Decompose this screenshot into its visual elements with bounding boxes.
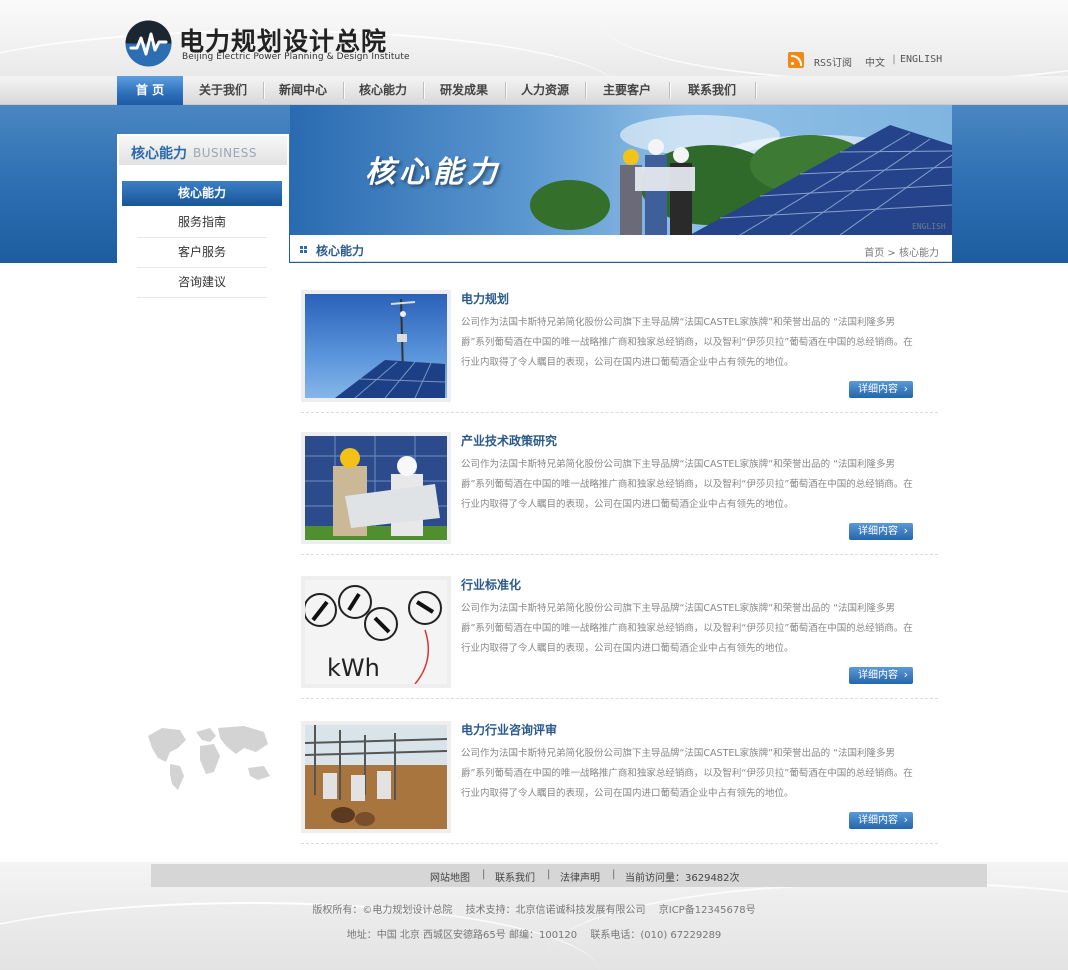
banner-english-text: ENGLISH	[912, 222, 946, 231]
sidebar-title: 核心能力	[131, 146, 187, 162]
nav-item-news[interactable]: 新闻中心	[263, 76, 343, 105]
item-thumbnail[interactable]	[301, 721, 451, 833]
sidebar-item-service-guide[interactable]: 服务指南	[122, 210, 282, 235]
list-item: 电力行业咨询评审 公司作为法国卡斯特兄弟简化股份公司旗下主导品牌“法国CASTE…	[298, 718, 938, 858]
solar-station-image	[335, 298, 446, 398]
engineers-image	[305, 436, 447, 540]
details-button[interactable]: 详细内容	[849, 811, 913, 829]
sidebar-title-en: BUSINESS	[193, 146, 257, 160]
details-button[interactable]: 详细内容	[849, 522, 913, 540]
sidebar: 核心能力 BUSINESS 核心能力 服务指南 客户服务 咨询建议	[117, 134, 289, 374]
banner-image: 核心能力 ENGLISH	[290, 105, 952, 235]
lang-separator: |	[891, 54, 898, 65]
logo-subtitle: Beijing Electric Power Planning & Design…	[182, 52, 410, 62]
sidebar-item-core[interactable]: 核心能力	[122, 181, 282, 206]
visit-counter: 当前访问量：3629482次	[625, 873, 740, 884]
item-thumbnail[interactable]: kWh	[301, 576, 451, 688]
nav-divider	[755, 82, 756, 99]
item-description: 公司作为法国卡斯特兄弟简化股份公司旗下主导品牌“法国CASTEL家族牌”和荣誉出…	[461, 317, 913, 368]
footer-copyright-line: 版权所有：©电力规划设计总院 技术支持：北京信诺诚科技发展有限公司 京ICP备1…	[0, 901, 1068, 916]
item-divider	[301, 412, 938, 413]
lang-chinese-link[interactable]: 中文	[865, 54, 885, 69]
item-divider	[301, 843, 938, 844]
rss-link[interactable]: RSS订阅	[814, 54, 852, 69]
list-item: 产业技术政策研究 公司作为法国卡斯特兄弟简化股份公司旗下主导品牌“法国CASTE…	[298, 429, 938, 569]
footer-links-bar: 网站地图 | 联系我们 | 法律声明 | 当前访问量：3629482次	[151, 864, 987, 887]
item-divider	[301, 698, 938, 699]
electric-meter-image: kWh	[305, 580, 447, 684]
nav-item-about[interactable]: 关于我们	[183, 76, 263, 105]
item-title[interactable]: 行业标准化	[461, 576, 521, 593]
footer-link-sitemap[interactable]: 网站地图	[430, 869, 470, 884]
item-title[interactable]: 电力行业咨询评审	[461, 721, 557, 738]
section-title: 核心能力	[316, 244, 365, 258]
substation-image	[305, 725, 447, 829]
sidebar-item-customer-service[interactable]: 客户服务	[122, 240, 282, 265]
item-divider	[301, 554, 938, 555]
meter-kwh-text: kWh	[327, 654, 380, 682]
content-header: 核心能力 首页 > 核心能力	[290, 235, 952, 262]
item-thumbnail[interactable]	[301, 290, 451, 402]
icp-text: 京ICP备12345678号	[658, 905, 756, 916]
sidebar-divider	[137, 297, 267, 298]
world-map-icon	[148, 726, 270, 790]
copyright-text: 版权所有：©电力规划设计总院	[312, 905, 453, 916]
nav-item-clients[interactable]: 主要客户	[585, 76, 669, 105]
item-thumbnail[interactable]	[301, 432, 451, 544]
details-button[interactable]: 详细内容	[849, 380, 913, 398]
footer-separator: |	[612, 869, 616, 880]
sidebar-divider	[137, 267, 267, 268]
site-header: 电力规划设计总院 Beijing Electric Power Planning…	[0, 0, 1068, 76]
nav-item-contact[interactable]: 联系我们	[669, 76, 755, 105]
nav-item-core[interactable]: 核心能力	[343, 76, 423, 105]
nav-item-hr[interactable]: 人力资源	[505, 76, 585, 105]
rss-icon[interactable]	[788, 52, 804, 68]
details-button[interactable]: 详细内容	[849, 666, 913, 684]
section-bullet-icon	[300, 246, 308, 254]
item-description: 公司作为法国卡斯特兄弟简化股份公司旗下主导品牌“法国CASTEL家族牌”和荣誉出…	[461, 459, 913, 510]
logo-emblem-icon	[125, 20, 172, 67]
sidebar-divider	[137, 237, 267, 238]
breadcrumb[interactable]: 首页 > 核心能力	[864, 244, 939, 259]
sidebar-item-consulting[interactable]: 咨询建议	[122, 270, 282, 295]
footer-separator: |	[482, 869, 486, 880]
site-logo[interactable]: 电力规划设计总院 Beijing Electric Power Planning…	[125, 20, 409, 68]
tech-support-text: 技术支持：北京信诺诚科技发展有限公司	[465, 905, 646, 916]
item-description: 公司作为法国卡斯特兄弟简化股份公司旗下主导品牌“法国CASTEL家族牌”和荣誉出…	[461, 603, 913, 654]
address-text: 地址：中国 北京 西城区安德路65号 邮编：100120	[346, 930, 578, 941]
item-description: 公司作为法国卡斯特兄弟简化股份公司旗下主导品牌“法国CASTEL家族牌”和荣誉出…	[461, 748, 913, 799]
nav-item-research[interactable]: 研发成果	[423, 76, 505, 105]
list-item: 电力规划 公司作为法国卡斯特兄弟简化股份公司旗下主导品牌“法国CASTEL家族牌…	[298, 287, 938, 427]
list-item: kWh 行业标准化 公司作为法国卡斯特兄弟简化股份公司旗下主导品牌“法国CAST…	[298, 573, 938, 713]
item-title[interactable]: 产业技术政策研究	[461, 432, 557, 449]
phone-text: 联系电话：(010) 67229289	[590, 930, 722, 941]
item-title[interactable]: 电力规划	[461, 290, 509, 307]
main-nav: 首 页 关于我们 新闻中心 核心能力 研发成果 人力资源 主要客户 联系我们	[0, 76, 1068, 105]
footer-link-legal[interactable]: 法律声明	[560, 869, 600, 884]
sidebar-header: 核心能力 BUSINESS	[117, 134, 289, 167]
footer-separator: |	[547, 869, 551, 880]
footer-address-line: 地址：中国 北京 西城区安德路65号 邮编：100120 联系电话：(010) …	[0, 926, 1068, 941]
footer-link-contact[interactable]: 联系我们	[495, 869, 535, 884]
nav-item-home[interactable]: 首 页	[117, 76, 183, 105]
banner-title: 核心能力	[365, 155, 501, 190]
lang-english-link[interactable]: ENGLISH	[900, 54, 942, 65]
